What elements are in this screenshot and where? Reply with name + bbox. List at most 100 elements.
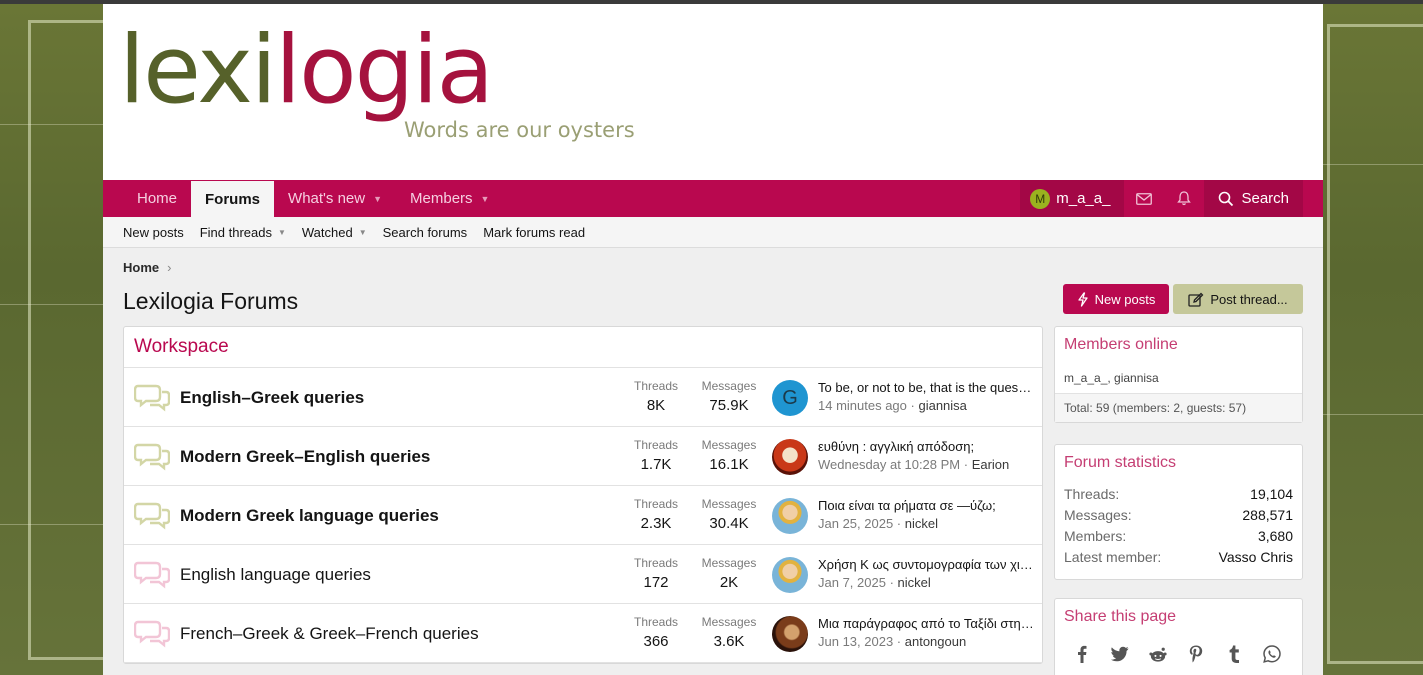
avatar-letter: G	[782, 386, 798, 409]
twitter-icon[interactable]	[1111, 645, 1129, 663]
online-total: Total: 59 (members: 2, guests: 57)	[1055, 394, 1302, 422]
share-title: Share this page	[1064, 608, 1177, 625]
threads-stat: Threads 366	[621, 615, 691, 650]
stat-row-members: Members: 3,680	[1055, 525, 1302, 546]
last-post-meta: Jun 13, 2023 · antongoun	[818, 634, 967, 649]
avatar: M	[1030, 188, 1051, 209]
reddit-icon[interactable]	[1149, 645, 1167, 663]
forum-title[interactable]: English language queries	[180, 565, 371, 585]
subnav-label: Find threads	[199, 224, 272, 240]
avatar[interactable]	[772, 498, 808, 534]
stat-label: Messages	[701, 379, 757, 393]
alerts-button[interactable]	[1164, 180, 1205, 217]
forum-statistics-block: Forum statistics Threads: 19,104 Messages…	[1054, 444, 1303, 580]
nav-tab-home[interactable]: Home	[123, 180, 191, 217]
messages-stat: Messages 3.6K	[694, 615, 764, 650]
edit-icon	[1188, 292, 1204, 307]
whatsapp-icon[interactable]	[1263, 645, 1281, 663]
stat-value: 2K	[719, 574, 739, 591]
subnav-new-posts[interactable]: New posts	[123, 225, 184, 240]
nav-tab-forums[interactable]: Forums	[191, 181, 275, 217]
chevron-down-icon[interactable]: ▼	[373, 194, 382, 204]
last-post-time[interactable]: Jan 25, 2025	[818, 516, 893, 531]
envelope-icon	[1136, 192, 1153, 205]
conversations-button[interactable]	[1124, 180, 1165, 217]
threads-stat: Threads 172	[621, 556, 691, 591]
last-post-title[interactable]: Μια παράγραφος από το Ταξίδι στην άκρη τ…	[818, 616, 1034, 631]
last-post-title[interactable]: To be, or not to be, that is the questio…	[818, 380, 1034, 395]
stat-value: 1.7K	[640, 456, 672, 473]
stat-value: 30.4K	[709, 515, 749, 532]
last-post-title[interactable]: Ποια είναι τα ρήματα σε —ύζω;	[818, 498, 1034, 513]
chevron-down-icon[interactable]: ▼	[359, 228, 367, 237]
nav-tab-members[interactable]: Members ▼	[396, 180, 503, 217]
facebook-icon[interactable]	[1073, 645, 1091, 663]
new-posts-label: New posts	[1094, 291, 1156, 307]
subnav-search-forums[interactable]: Search forums	[383, 225, 468, 240]
forum-node: English language queries Threads 172 Mess…	[124, 545, 1042, 604]
stat-label: Messages	[701, 556, 757, 570]
nav-tab-whats-new[interactable]: What's new ▼	[274, 180, 396, 217]
post-thread-label: Post thread...	[1210, 291, 1288, 307]
last-post-user[interactable]: giannisa	[918, 398, 966, 413]
forum-unread-icon	[134, 443, 170, 471]
search-icon	[1219, 191, 1234, 206]
subnav-find-threads[interactable]: Find threads ▼	[200, 225, 286, 240]
stat-value: 75.9K	[709, 397, 749, 414]
avatar[interactable]: G	[772, 380, 808, 416]
latest-member-link[interactable]: Vasso Chris	[1219, 549, 1293, 565]
search-button[interactable]: Search	[1204, 180, 1303, 217]
forum-read-icon	[134, 620, 170, 648]
last-post-title[interactable]: ευθύνη : αγγλική απόδοση;	[818, 439, 1034, 454]
last-post-title[interactable]: Χρήση Κ ως συντομογραφία των χιλιάδων	[818, 557, 1034, 572]
stat-value: 172	[643, 574, 669, 591]
stat-row-messages: Messages: 288,571	[1055, 504, 1302, 525]
online-members-list[interactable]: m_a_a_, giannisa	[1055, 361, 1302, 394]
stat-value: 288,571	[1242, 506, 1293, 523]
chevron-down-icon[interactable]: ▼	[481, 194, 490, 204]
bell-icon	[1177, 191, 1192, 206]
last-post-user[interactable]: Earion	[972, 457, 1010, 472]
share-block: Share this page	[1054, 598, 1303, 675]
avatar[interactable]	[772, 557, 808, 593]
last-post-time[interactable]: Jan 7, 2025	[818, 575, 886, 590]
subnav-watched[interactable]: Watched ▼	[302, 225, 367, 240]
last-post-user[interactable]: nickel	[898, 575, 931, 590]
new-posts-button[interactable]: New posts	[1063, 284, 1169, 314]
user-menu-button[interactable]: M m_a_a_	[1020, 180, 1125, 217]
category-title-text: Workspace	[134, 336, 229, 357]
stat-label: Threads	[633, 497, 679, 511]
messages-stat: Messages 75.9K	[694, 379, 764, 414]
category-title[interactable]: Workspace	[124, 327, 1042, 368]
threads-stat: Threads 8K	[621, 379, 691, 414]
avatar[interactable]	[772, 616, 808, 652]
background-line	[0, 524, 103, 525]
forum-title[interactable]: Modern Greek language queries	[180, 506, 439, 526]
forum-title[interactable]: French–Greek & Greek–French queries	[180, 624, 479, 644]
last-post-user[interactable]: antongoun	[905, 634, 966, 649]
search-label: Search	[1241, 190, 1289, 207]
members-online-title[interactable]: Members online	[1055, 327, 1302, 361]
sub-navigation: New posts Find threads ▼ Watched ▼ Search …	[103, 217, 1323, 248]
site-logo[interactable]: lexilogia	[119, 24, 494, 118]
pinterest-icon[interactable]	[1187, 645, 1205, 663]
breadcrumb-home[interactable]: Home	[123, 260, 159, 275]
last-post-time[interactable]: Jun 13, 2023	[818, 634, 893, 649]
nav-tab-label: What's new	[288, 190, 366, 207]
forum-node: English–Greek queries Threads 8K Messages…	[124, 368, 1042, 427]
forum-title[interactable]: English–Greek queries	[180, 388, 364, 408]
background-line	[1323, 414, 1423, 415]
background-frame	[28, 20, 103, 660]
last-post-time[interactable]: 14 minutes ago	[818, 398, 907, 413]
post-thread-button[interactable]: Post thread...	[1173, 284, 1303, 314]
subnav-mark-forums-read[interactable]: Mark forums read	[483, 225, 585, 240]
tumblr-icon[interactable]	[1225, 645, 1243, 663]
background-right-texture	[1323, 4, 1423, 675]
avatar[interactable]	[772, 439, 808, 475]
last-post-time[interactable]: Wednesday at 10:28 PM	[818, 457, 960, 472]
nav-tab-label: Home	[137, 190, 178, 207]
forum-title[interactable]: Modern Greek–English queries	[180, 447, 430, 467]
last-post-user[interactable]: nickel	[905, 516, 938, 531]
stat-label: Messages	[701, 497, 757, 511]
chevron-down-icon[interactable]: ▼	[278, 228, 286, 237]
